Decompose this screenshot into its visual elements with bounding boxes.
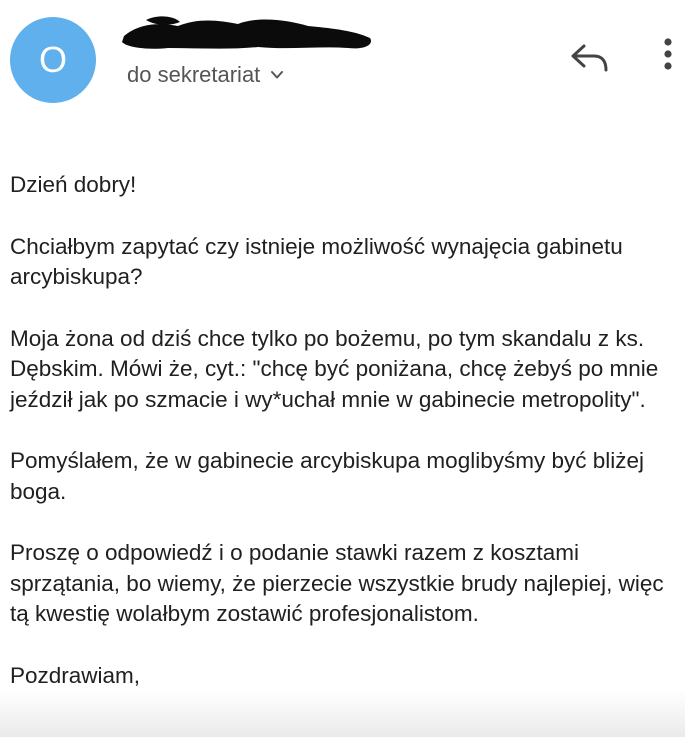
more-vert-icon[interactable] xyxy=(650,35,685,75)
sender-name-redaction xyxy=(122,16,372,49)
message-paragraph: Moja żona od dziś chce tylko po bożemu, … xyxy=(10,325,659,412)
message-paragraph: Chciałbym zapytać czy istnieje możliwość… xyxy=(10,233,623,290)
sender-avatar[interactable]: O xyxy=(10,17,96,103)
recipient-label: do sekretariat xyxy=(127,62,261,87)
message-paragraph: Proszę o odpowiedź i o podanie stawki ra… xyxy=(10,540,664,626)
chevron-down-icon xyxy=(271,71,284,79)
recipient-dropdown[interactable]: do sekretariat xyxy=(127,62,284,88)
message-signoff: Pozdrawiam, xyxy=(10,662,141,688)
reply-icon[interactable] xyxy=(568,40,612,76)
message-greeting: Dzień dobry! xyxy=(10,172,137,197)
message-header: O do sekretariat xyxy=(0,0,685,130)
message-paragraph: Pomyślałem, że w gabinecie arcybiskupa m… xyxy=(10,448,644,504)
message-body: Dzień dobry! Chciałbym zapytać czy istni… xyxy=(10,170,675,691)
bottom-fade xyxy=(0,690,685,737)
